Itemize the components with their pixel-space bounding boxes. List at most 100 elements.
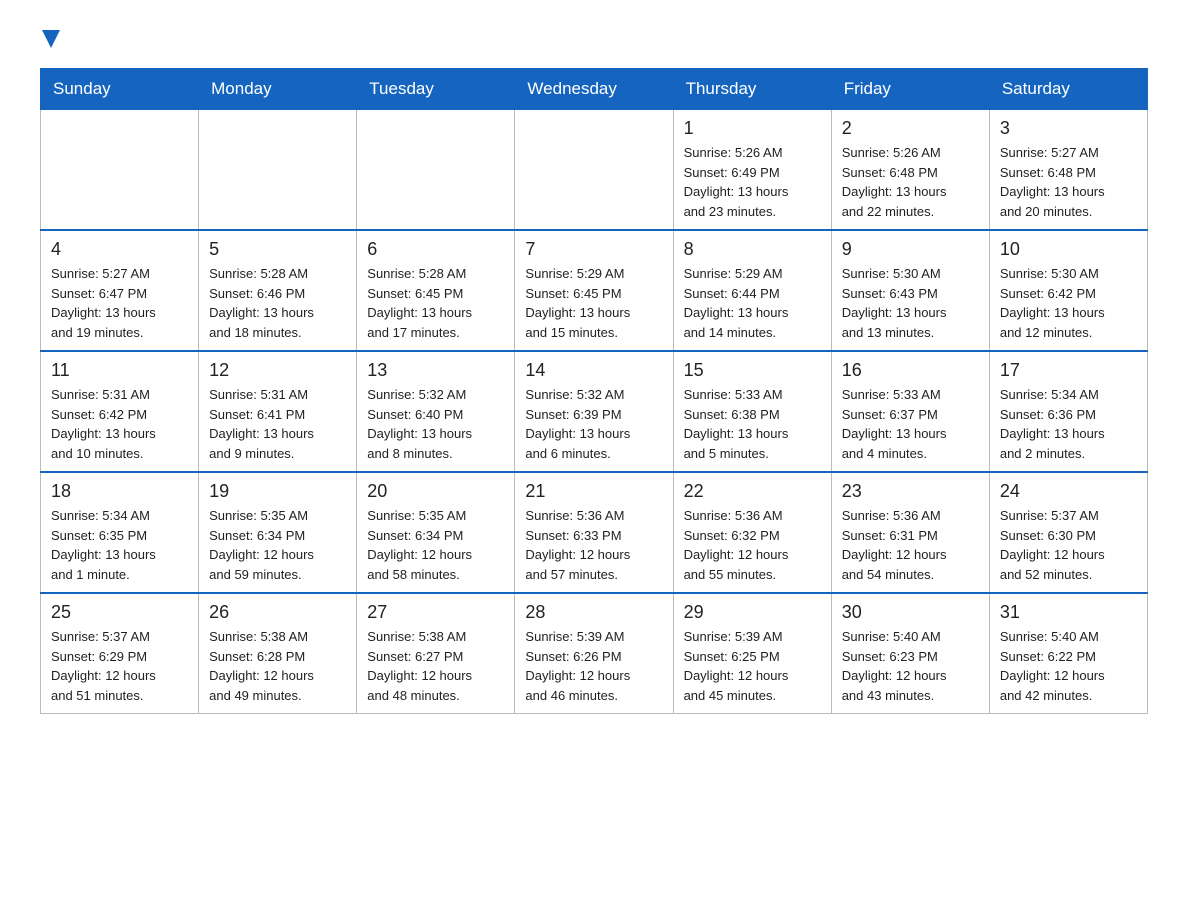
day-info: Sunrise: 5:31 AMSunset: 6:42 PMDaylight:… (51, 385, 188, 463)
day-info: Sunrise: 5:34 AMSunset: 6:35 PMDaylight:… (51, 506, 188, 584)
day-number: 22 (684, 481, 821, 502)
calendar-header-tuesday: Tuesday (357, 69, 515, 110)
calendar-cell: 31 Sunrise: 5:40 AMSunset: 6:22 PMDayligh… (989, 593, 1147, 714)
day-info: Sunrise: 5:32 AMSunset: 6:40 PMDaylight:… (367, 385, 504, 463)
day-info: Sunrise: 5:33 AMSunset: 6:38 PMDaylight:… (684, 385, 821, 463)
calendar-cell: 5 Sunrise: 5:28 AMSunset: 6:46 PMDaylight… (199, 230, 357, 351)
day-number: 31 (1000, 602, 1137, 623)
calendar-cell: 16Sunrise: 5:33 AMSunset: 6:37 PMDayligh… (831, 351, 989, 472)
day-info: Sunrise: 5:35 AMSunset: 6:34 PMDaylight:… (209, 506, 346, 584)
day-info: Sunrise: 5:28 AMSunset: 6:45 PMDaylight:… (367, 264, 504, 342)
day-number: 5 (209, 239, 346, 260)
calendar-cell: 3 Sunrise: 5:27 AMSunset: 6:48 PMDaylight… (989, 110, 1147, 231)
day-info: Sunrise: 5:33 AMSunset: 6:37 PMDaylight:… (842, 385, 979, 463)
day-number: 1 (684, 118, 821, 139)
day-number: 4 (51, 239, 188, 260)
calendar-cell: 8 Sunrise: 5:29 AMSunset: 6:44 PMDaylight… (673, 230, 831, 351)
calendar-header-thursday: Thursday (673, 69, 831, 110)
day-number: 14 (525, 360, 662, 381)
calendar-header-saturday: Saturday (989, 69, 1147, 110)
calendar-cell (41, 110, 199, 231)
calendar-week-row: 25Sunrise: 5:37 AMSunset: 6:29 PMDayligh… (41, 593, 1148, 714)
calendar-cell: 29 Sunrise: 5:39 AMSunset: 6:25 PMDayligh… (673, 593, 831, 714)
day-number: 15 (684, 360, 821, 381)
day-number: 20 (367, 481, 504, 502)
calendar-cell: 24 Sunrise: 5:37 AMSunset: 6:30 PMDayligh… (989, 472, 1147, 593)
calendar-cell: 20 Sunrise: 5:35 AMSunset: 6:34 PMDayligh… (357, 472, 515, 593)
day-number: 23 (842, 481, 979, 502)
calendar-cell: 12 Sunrise: 5:31 AMSunset: 6:41 PMDayligh… (199, 351, 357, 472)
day-number: 8 (684, 239, 821, 260)
day-info: Sunrise: 5:37 AMSunset: 6:29 PMDaylight:… (51, 627, 188, 705)
calendar-cell: 1 Sunrise: 5:26 AMSunset: 6:49 PMDaylight… (673, 110, 831, 231)
calendar-cell (199, 110, 357, 231)
day-info: Sunrise: 5:38 AMSunset: 6:28 PMDaylight:… (209, 627, 346, 705)
day-info: Sunrise: 5:38 AMSunset: 6:27 PMDaylight:… (367, 627, 504, 705)
day-info: Sunrise: 5:36 AMSunset: 6:33 PMDaylight:… (525, 506, 662, 584)
calendar-cell: 17 Sunrise: 5:34 AMSunset: 6:36 PMDayligh… (989, 351, 1147, 472)
calendar-cell (515, 110, 673, 231)
calendar-table: SundayMondayTuesdayWednesdayThursdayFrid… (40, 68, 1148, 714)
day-number: 10 (1000, 239, 1137, 260)
calendar-cell: 7 Sunrise: 5:29 AMSunset: 6:45 PMDaylight… (515, 230, 673, 351)
calendar-cell: 9 Sunrise: 5:30 AMSunset: 6:43 PMDaylight… (831, 230, 989, 351)
calendar-header-monday: Monday (199, 69, 357, 110)
calendar-cell: 10 Sunrise: 5:30 AMSunset: 6:42 PMDayligh… (989, 230, 1147, 351)
day-info: Sunrise: 5:32 AMSunset: 6:39 PMDaylight:… (525, 385, 662, 463)
day-info: Sunrise: 5:40 AMSunset: 6:22 PMDaylight:… (1000, 627, 1137, 705)
calendar-cell: 23 Sunrise: 5:36 AMSunset: 6:31 PMDayligh… (831, 472, 989, 593)
calendar-header-friday: Friday (831, 69, 989, 110)
calendar-cell (357, 110, 515, 231)
calendar-week-row: 1 Sunrise: 5:26 AMSunset: 6:49 PMDaylight… (41, 110, 1148, 231)
calendar-cell: 22 Sunrise: 5:36 AMSunset: 6:32 PMDayligh… (673, 472, 831, 593)
calendar-cell: 19Sunrise: 5:35 AMSunset: 6:34 PMDayligh… (199, 472, 357, 593)
day-number: 17 (1000, 360, 1137, 381)
day-number: 6 (367, 239, 504, 260)
calendar-cell: 2Sunrise: 5:26 AMSunset: 6:48 PMDaylight… (831, 110, 989, 231)
calendar-cell: 21 Sunrise: 5:36 AMSunset: 6:33 PMDayligh… (515, 472, 673, 593)
day-number: 13 (367, 360, 504, 381)
day-number: 12 (209, 360, 346, 381)
day-info: Sunrise: 5:36 AMSunset: 6:31 PMDaylight:… (842, 506, 979, 584)
calendar-week-row: 18 Sunrise: 5:34 AMSunset: 6:35 PMDayligh… (41, 472, 1148, 593)
day-info: Sunrise: 5:40 AMSunset: 6:23 PMDaylight:… (842, 627, 979, 705)
day-number: 11 (51, 360, 188, 381)
calendar-cell: 14 Sunrise: 5:32 AMSunset: 6:39 PMDayligh… (515, 351, 673, 472)
day-number: 7 (525, 239, 662, 260)
page-header (40, 30, 1148, 48)
day-info: Sunrise: 5:31 AMSunset: 6:41 PMDaylight:… (209, 385, 346, 463)
day-info: Sunrise: 5:30 AMSunset: 6:43 PMDaylight:… (842, 264, 979, 342)
calendar-cell: 28Sunrise: 5:39 AMSunset: 6:26 PMDayligh… (515, 593, 673, 714)
calendar-cell: 6 Sunrise: 5:28 AMSunset: 6:45 PMDaylight… (357, 230, 515, 351)
day-number: 26 (209, 602, 346, 623)
day-info: Sunrise: 5:29 AMSunset: 6:44 PMDaylight:… (684, 264, 821, 342)
day-number: 2 (842, 118, 979, 139)
day-info: Sunrise: 5:26 AMSunset: 6:49 PMDaylight:… (684, 143, 821, 221)
calendar-cell: 15 Sunrise: 5:33 AMSunset: 6:38 PMDayligh… (673, 351, 831, 472)
day-info: Sunrise: 5:27 AMSunset: 6:48 PMDaylight:… (1000, 143, 1137, 221)
calendar-header-sunday: Sunday (41, 69, 199, 110)
calendar-cell: 4Sunrise: 5:27 AMSunset: 6:47 PMDaylight… (41, 230, 199, 351)
calendar-cell: 30 Sunrise: 5:40 AMSunset: 6:23 PMDayligh… (831, 593, 989, 714)
day-info: Sunrise: 5:29 AMSunset: 6:45 PMDaylight:… (525, 264, 662, 342)
day-info: Sunrise: 5:34 AMSunset: 6:36 PMDaylight:… (1000, 385, 1137, 463)
calendar-week-row: 11 Sunrise: 5:31 AMSunset: 6:42 PMDayligh… (41, 351, 1148, 472)
calendar-cell: 13 Sunrise: 5:32 AMSunset: 6:40 PMDayligh… (357, 351, 515, 472)
day-info: Sunrise: 5:35 AMSunset: 6:34 PMDaylight:… (367, 506, 504, 584)
day-number: 30 (842, 602, 979, 623)
day-info: Sunrise: 5:37 AMSunset: 6:30 PMDaylight:… (1000, 506, 1137, 584)
day-info: Sunrise: 5:28 AMSunset: 6:46 PMDaylight:… (209, 264, 346, 342)
calendar-cell: 27 Sunrise: 5:38 AMSunset: 6:27 PMDayligh… (357, 593, 515, 714)
day-info: Sunrise: 5:39 AMSunset: 6:25 PMDaylight:… (684, 627, 821, 705)
calendar-header-wednesday: Wednesday (515, 69, 673, 110)
day-number: 29 (684, 602, 821, 623)
day-number: 21 (525, 481, 662, 502)
day-number: 18 (51, 481, 188, 502)
calendar-cell: 25Sunrise: 5:37 AMSunset: 6:29 PMDayligh… (41, 593, 199, 714)
day-number: 9 (842, 239, 979, 260)
day-number: 27 (367, 602, 504, 623)
day-info: Sunrise: 5:36 AMSunset: 6:32 PMDaylight:… (684, 506, 821, 584)
day-info: Sunrise: 5:30 AMSunset: 6:42 PMDaylight:… (1000, 264, 1137, 342)
day-number: 3 (1000, 118, 1137, 139)
day-number: 24 (1000, 481, 1137, 502)
